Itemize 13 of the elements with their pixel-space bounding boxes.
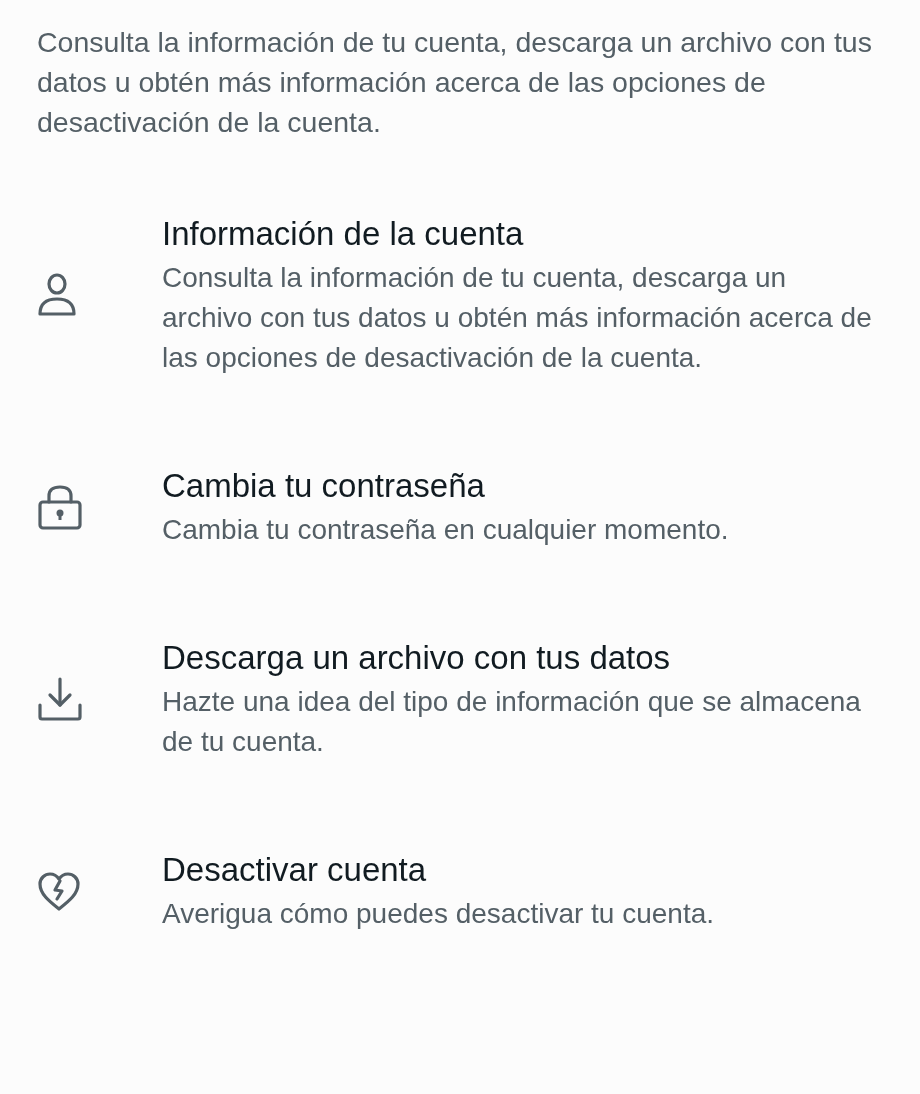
item-description: Cambia tu contraseña en cualquier momento. (162, 513, 729, 547)
broken-heart-icon (37, 871, 81, 911)
item-title[interactable]: Información de la cuenta (162, 212, 880, 256)
item-title[interactable]: Cambia tu contraseña (162, 464, 729, 508)
download-icon (37, 676, 83, 722)
item-description: Hazte una idea del tipo de información que se almacena de tu cuenta. (162, 685, 862, 759)
item-title[interactable]: Desactivar cuenta (162, 848, 715, 892)
item-description: Averigua cómo puedes desactivar tu cuenta. (162, 897, 715, 931)
intro-text: Consulta la información de tu cuenta, descarga un archivo con tus datos u obtén más información acerca de las opciones de desactivación de la cuenta. (37, 25, 873, 140)
item-description: Consulta la información de tu cuenta, descarga un archivo con tus datos u obtén más información acerca de las opciones de desactivación de la cuenta. (162, 261, 873, 375)
person-icon (37, 273, 77, 317)
item-title[interactable]: Descarga un archivo con tus datos (162, 636, 880, 680)
lock-icon (37, 484, 83, 530)
